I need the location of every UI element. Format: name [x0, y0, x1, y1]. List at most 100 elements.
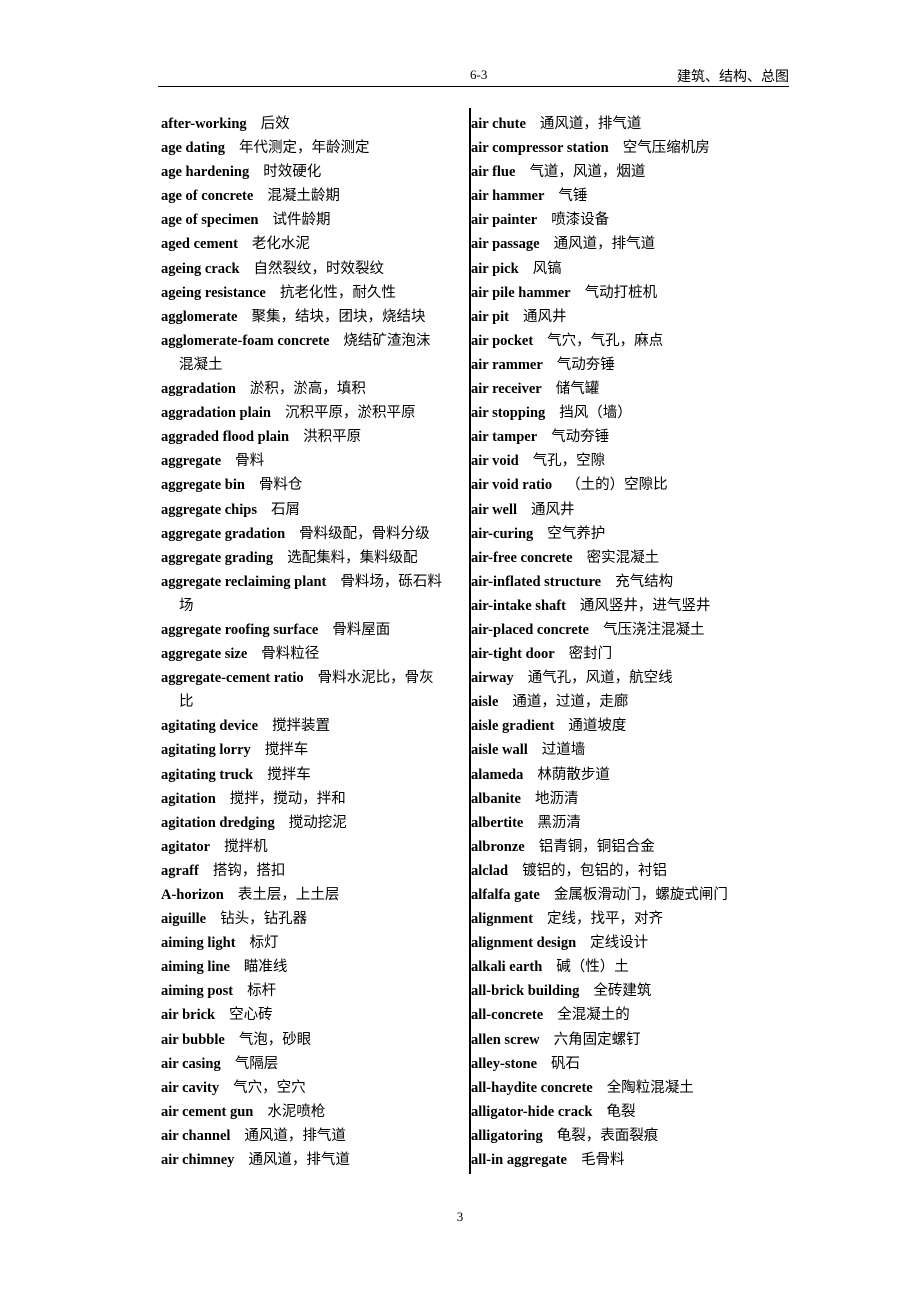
entry-definition: 骨料粒径: [261, 646, 320, 663]
entry-term: aggradation plain: [161, 405, 271, 422]
glossary-entry: all-concrete 全混凝土的: [471, 1003, 789, 1027]
entry-definition: 钻头，钻孔器: [220, 911, 308, 928]
entry-term: agitation dredging: [161, 814, 275, 831]
glossary-entry: air void 气孔，空隙: [471, 449, 789, 473]
entry-definition: 烧结矿渣泡沫: [343, 332, 431, 349]
entry-definition: 地沥清: [534, 790, 579, 807]
entry-definition: 表土层，上土层: [237, 887, 340, 903]
glossary-entry: air receiver 储气罐: [471, 377, 789, 401]
entry-term: air-tight door: [471, 646, 555, 663]
glossary-entry: aggregate reclaiming plant 骨料场，砾石料场: [161, 570, 469, 618]
glossary-entry: agglomerate 聚集，结块，团块，烧结块: [161, 305, 469, 329]
entry-term: air void: [471, 453, 519, 470]
entry-term: aged cement: [161, 236, 238, 253]
glossary-entry: all-brick building 全砖建筑: [471, 979, 789, 1003]
glossary-entry: air flue 气道，风道，烟道: [471, 160, 789, 184]
entry-definition-continued: 场: [179, 597, 194, 614]
glossary-entry: air passage 通风道，排气道: [471, 232, 789, 256]
entry-term: all-brick building: [471, 983, 580, 1000]
entry-term: aisle gradient: [471, 718, 555, 735]
glossary-entry: air pile hammer 气动打桩机: [471, 281, 789, 305]
entry-definition: 搅拌，搅动，拌和: [229, 790, 346, 807]
glossary-entry: aiguille 钻头，钻孔器: [161, 907, 469, 931]
glossary-entry: air compressor station 空气压缩机房: [471, 136, 789, 160]
entry-definition: 通道坡度: [568, 718, 627, 735]
entry-definition: 通风道，排气道: [553, 236, 656, 253]
entry-definition: 气穴，气孔，麻点: [547, 332, 664, 349]
entry-definition: 搅拌装置: [272, 718, 331, 735]
glossary-entry: aggregate roofing surface 骨料屋面: [161, 618, 469, 642]
glossary-entry: air well 通风井: [471, 498, 789, 522]
glossary-entry: airway 通气孔，风道，航空线: [471, 666, 789, 690]
entry-term: air bubble: [161, 1031, 225, 1048]
entry-definition: 时效硬化: [263, 164, 322, 181]
entry-term: air void ratio: [471, 477, 553, 494]
entry-definition: 骨料场，砾石料: [340, 573, 442, 590]
glossary-entry: air-curing 空气养护: [471, 522, 789, 546]
entry-definition: 标灯: [249, 935, 279, 952]
entry-definition: 充气结构: [615, 573, 674, 590]
entry-definition: 选配集料，集料级配: [287, 549, 418, 566]
entry-definition: 通风竖井，进气竖井: [579, 597, 711, 614]
glossary-entry: alignment design 定线设计: [471, 931, 789, 955]
entry-term: alameda: [471, 766, 524, 783]
entry-definition: 密实混凝土: [586, 549, 660, 566]
glossary-entry: agitating lorry 搅拌车: [161, 738, 469, 762]
entry-term: agitating device: [161, 718, 259, 735]
entry-term: all-concrete: [471, 1007, 544, 1024]
entry-term: albronze: [471, 838, 525, 855]
glossary-entry: aged cement 老化水泥: [161, 232, 469, 256]
glossary-left-column: after-working 后效 age dating 年代测定，年龄测定 age ha…: [161, 112, 469, 1172]
entry-definition: 通风井: [531, 501, 575, 518]
glossary-entry: air void ratio （土的）空隙比: [471, 473, 789, 497]
entry-definition-continued: 混凝土: [179, 356, 223, 373]
glossary-entry: after-working 后效: [161, 112, 469, 136]
entry-definition: 林荫散步道: [537, 766, 610, 783]
entry-definition: 全陶粒混凝土: [606, 1079, 694, 1096]
glossary-right-column: air chute 通风道，排气道 air compressor station 空气…: [471, 112, 789, 1172]
entry-definition: 瞄准线: [243, 959, 288, 976]
entry-definition: 搭钩，搭扣: [212, 862, 286, 879]
glossary-entry: alfalfa gate 金属板滑动门，螺旋式闸门: [471, 883, 789, 907]
section-title: 建筑、结构、总图: [677, 70, 789, 85]
glossary-entry: alligatoring 龟裂，表面裂痕: [471, 1124, 789, 1148]
entry-definition: 老化水泥: [251, 236, 310, 253]
page-header: 6-3 建筑、结构、总图: [158, 62, 789, 87]
glossary-entry: air painter 喷漆设备: [471, 208, 789, 232]
entry-definition: 通风道，排气道: [539, 116, 642, 132]
entry-definition: 通气孔，风道，航空线: [527, 670, 673, 687]
entry-term: air pit: [471, 308, 509, 325]
entry-definition: 抗老化性，耐久性: [279, 284, 396, 301]
entry-definition: 气动打桩机: [584, 284, 658, 301]
entry-term: ageing crack: [161, 260, 240, 277]
entry-term: aggradation: [161, 381, 236, 398]
glossary-entry: agglomerate-foam concrete 烧结矿渣泡沫 混凝土: [161, 329, 469, 377]
entry-definition: 水泥喷枪: [267, 1103, 326, 1120]
glossary-entry: aggradation 淤积，淤高，填积: [161, 377, 469, 401]
entry-term: air-intake shaft: [471, 597, 566, 614]
entry-term: air receiver: [471, 381, 542, 398]
entry-definition: 空气养护: [547, 525, 606, 542]
glossary-entry: age dating 年代测定，年龄测定: [161, 136, 469, 160]
entry-term: aggregate chips: [161, 501, 257, 518]
entry-definition: 骨料屋面: [332, 621, 391, 638]
glossary-entry: agitation dredging 搅动挖泥: [161, 811, 469, 835]
entry-definition: 储气罐: [555, 381, 600, 398]
glossary-entry: air cement gun 水泥喷枪: [161, 1100, 469, 1124]
entry-term: agraff: [161, 862, 199, 879]
entry-term: air compressor station: [471, 140, 609, 157]
entry-definition: 搅拌车: [264, 742, 309, 759]
entry-term: after-working: [161, 116, 247, 132]
entry-term: air stopping: [471, 405, 546, 422]
glossary-entry: air channel 通风道，排气道: [161, 1124, 469, 1148]
entry-term: aiming line: [161, 959, 230, 976]
entry-term: air flue: [471, 164, 516, 181]
entry-term: aggregate-cement ratio: [161, 670, 304, 687]
entry-term: aiming post: [161, 983, 234, 1000]
entry-term: alligatoring: [471, 1127, 543, 1144]
entry-definition: 通道，过道，走廊: [512, 694, 629, 711]
entry-definition: 喷漆设备: [551, 212, 610, 229]
entry-term: aiming light: [161, 935, 236, 952]
entry-definition: 毛骨料: [580, 1152, 625, 1169]
entry-term: air hammer: [471, 188, 545, 205]
